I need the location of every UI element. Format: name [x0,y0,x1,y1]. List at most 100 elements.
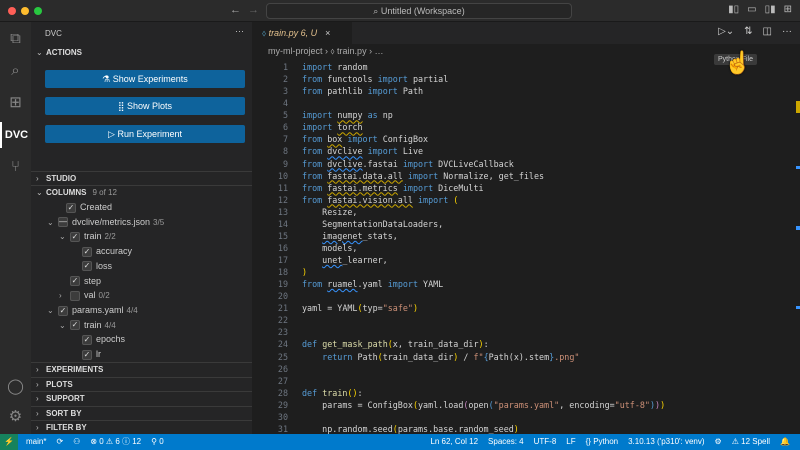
checkbox[interactable]: — [58,217,68,228]
column-item[interactable]: ✓ step [59,274,104,288]
code-line[interactable]: 21 yaml = YAML(typ="safe") [252,302,800,314]
split-editor-icon[interactable]: ◫ [763,26,772,37]
code-line[interactable]: 20 [252,290,800,302]
minimize-window-button[interactable] [21,7,29,15]
column-item[interactable]: ✓ epochs [71,332,128,346]
chevron-icon[interactable]: ⌄ [47,304,58,318]
branch-item[interactable]: main* [26,434,46,450]
code-line[interactable]: 25 return Path(train_data_dir) / f"{Path… [252,351,800,363]
show-plots-button[interactable]: ⣿ Show Plots [45,97,245,115]
checkbox[interactable]: ✓ [70,320,80,331]
copilot-icon[interactable]: ⚙ [715,434,722,450]
section-actions[interactable]: ⌄ ACTIONS [31,46,252,60]
code-line[interactable]: 23 [252,326,800,338]
checkbox[interactable]: ✓ [82,334,92,345]
code-line[interactable]: 3 from pathlib import Path [252,85,800,97]
overview-ruler[interactable] [796,66,800,434]
sync-icon[interactable]: ⟳ [56,434,63,450]
code-line[interactable]: 24 def get_mask_path(x, train_data_dir): [252,338,800,350]
chevron-icon[interactable]: ⌄ [59,319,70,333]
code-line[interactable]: 7 from box import ConfigBox [252,133,800,145]
run-python-file-icon[interactable]: ▷⌄ [718,26,734,37]
compare-changes-icon[interactable]: ⇅ [744,26,752,37]
column-item[interactable]: ✓ accuracy [71,244,135,258]
tab-train-py[interactable]: ⬨ train.py 6, U × [252,22,352,44]
forward-button[interactable]: → [248,4,259,16]
column-item[interactable]: ✓ loss [71,259,115,273]
code-line[interactable]: 29 params = ConfigBox(yaml.load(open("pa… [252,399,800,411]
toggle-sidebar-icon[interactable]: ▮▯ [728,4,739,15]
column-item[interactable]: ⌄ ✓ params.yaml 4/4 [47,303,138,317]
checkbox[interactable]: ✓ [70,276,80,287]
code-line[interactable]: 30 [252,411,800,423]
checkbox[interactable]: ✓ [70,232,80,243]
code-line[interactable]: 14 SegmentationDataLoaders, [252,218,800,230]
column-item[interactable]: ⌄ — dvclive/metrics.json 3/5 [47,215,164,229]
toggle-panel-icon[interactable]: ▭ [747,4,756,15]
show-experiments-button[interactable]: ⚗ Show Experiments [45,70,245,88]
code-line[interactable]: 12 from fastai.vision.all import ( [252,194,800,206]
cursor-position[interactable]: Ln 62, Col 12 [430,434,478,450]
command-center[interactable]: ⌕ Untitled (Workspace) [266,3,572,19]
column-item[interactable]: › val 0/2 [59,288,110,302]
extensions-icon[interactable]: ⊞ [0,90,31,116]
column-item[interactable]: ✓ lr [71,347,104,361]
code-line[interactable]: 18) [252,266,800,278]
remote-icon[interactable]: ⚡ [0,434,18,450]
breadcrumb[interactable]: my-ml-project › ⬨ train.py › … [268,46,384,57]
more-actions-icon[interactable]: ··· [782,26,792,37]
code-line[interactable]: 6 import torch [252,121,800,133]
code-line[interactable]: 26 [252,363,800,375]
dvc-icon[interactable]: DVC [0,122,31,148]
checkbox[interactable]: ✓ [82,246,92,257]
back-button[interactable]: ← [230,4,241,16]
more-actions-icon[interactable]: ··· [235,26,244,36]
code-editor[interactable]: 1 import random 2 from functools import par… [252,61,800,435]
notifications-icon[interactable]: 🔔 [780,434,790,450]
explorer-icon[interactable]: ⧉ [0,26,31,52]
encoding[interactable]: UTF-8 [534,434,557,450]
source-control-icon[interactable]: ⑂ [0,154,31,180]
code-line[interactable]: 2 from functools import partial [252,73,800,85]
language-mode[interactable]: {} Python [586,434,618,450]
gear-icon[interactable]: ⚙ [0,404,31,430]
code-line[interactable]: 4 [252,97,800,109]
chevron-icon[interactable]: › [59,289,70,303]
problems-item[interactable]: ⊗ 0 ⚠ 6 ⓘ 12 [90,434,141,450]
python-interpreter[interactable]: 3.10.13 ('p310': venv) [628,434,704,450]
toggle-secondary-sidebar-icon[interactable]: ▯▮ [765,4,776,15]
section-columns[interactable]: ⌄ COLUMNS 9 of 12 [31,185,252,199]
run-experiment-button[interactable]: ▷ Run Experiment [45,125,245,143]
section-filter-by[interactable]: › FILTER BY [31,420,252,434]
section-support[interactable]: › SUPPORT [31,391,252,405]
ports-item[interactable]: ⚲ 0 [151,434,164,450]
close-window-button[interactable] [8,7,16,15]
code-line[interactable]: 10 from fastai.data.all import Normalize,… [252,170,800,182]
close-icon[interactable]: × [325,28,330,38]
chevron-icon[interactable]: ⌄ [47,216,58,230]
code-line[interactable]: 13 Resize, [252,206,800,218]
code-line[interactable]: 22 [252,314,800,326]
code-line[interactable]: 27 [252,375,800,387]
spell-check[interactable]: ⚠ 12 Spell [732,434,770,450]
code-line[interactable]: 9 from dvclive.fastai import DVCLiveCallb… [252,158,800,170]
account-icon[interactable]: ◯ [0,374,31,400]
code-line[interactable]: 15 imagenet_stats, [252,230,800,242]
maximize-window-button[interactable] [34,7,42,15]
section-experiments[interactable]: › EXPERIMENTS [31,362,252,376]
checkbox[interactable]: ✓ [82,349,92,360]
code-line[interactable]: 19 from ruamel.yaml import YAML [252,278,800,290]
section-plots[interactable]: › PLOTS [31,376,252,391]
code-line[interactable]: 28 def train(): [252,387,800,399]
code-line[interactable]: 17 unet_learner, [252,254,800,266]
code-line[interactable]: 5 import numpy as np [252,109,800,121]
code-line[interactable]: 16 models, [252,242,800,254]
indentation[interactable]: Spaces: 4 [488,434,524,450]
line-ending[interactable]: LF [566,434,575,450]
column-item[interactable]: ⌄ ✓ train 4/4 [59,318,116,332]
checkbox[interactable] [70,290,80,301]
checkbox[interactable]: ✓ [82,261,92,272]
section-studio[interactable]: › STUDIO [31,171,252,185]
code-line[interactable]: 11 from fastai.metrics import DiceMulti [252,182,800,194]
column-item[interactable]: ✓ Created [55,200,115,214]
